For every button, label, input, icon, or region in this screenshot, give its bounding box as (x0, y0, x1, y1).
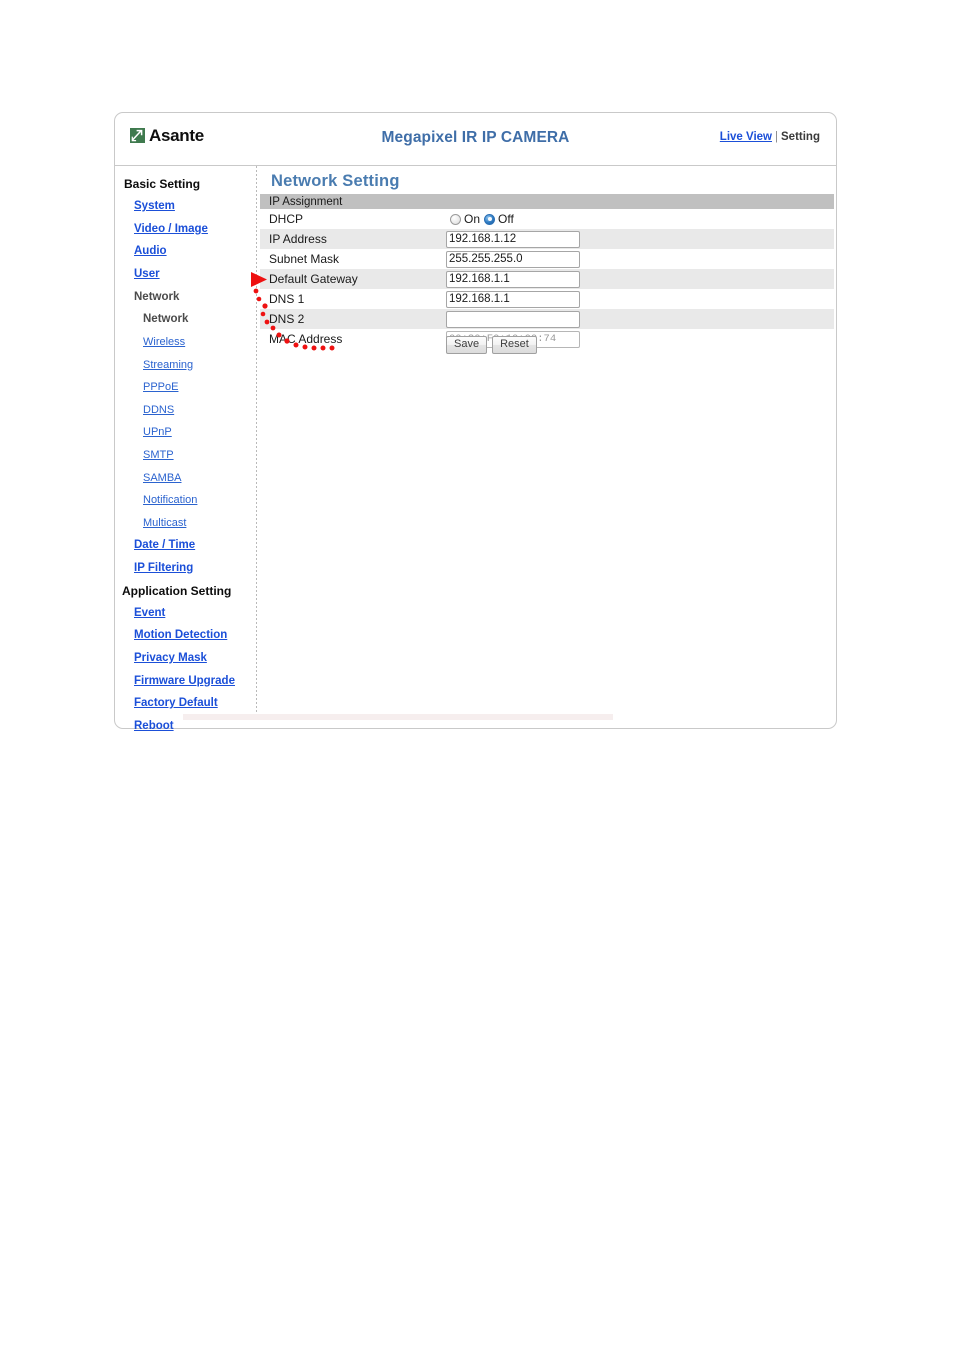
radio-on-icon[interactable] (450, 213, 461, 225)
sidebar-item-ip-filtering[interactable]: IP Filtering (115, 562, 193, 575)
screenshot-page: Asante Megapixel IR IP CAMERA Live View |… (0, 0, 954, 1350)
sidebar-row: Audio (115, 241, 256, 264)
section-header-ip-assignment: IP Assignment (260, 194, 834, 209)
input-dns-2[interactable] (446, 310, 580, 328)
sidebar-row: Video / Image (115, 218, 256, 241)
sidebar-row: Factory Default (115, 693, 256, 716)
sidebar-item-application-setting: Application Setting (122, 583, 232, 598)
sidebar-row: Event (115, 602, 256, 625)
form-row-dns-1: DNS 1 (260, 289, 834, 309)
form-button-row: Save Reset (260, 336, 834, 354)
sidebar-item-smtp[interactable]: SMTP (115, 449, 174, 461)
sidebar-row: Basic Setting (115, 173, 256, 196)
sidebar-item-date-time[interactable]: Date / Time (115, 540, 195, 552)
label-subnet-mask: Subnet Mask (269, 252, 340, 266)
sidebar-item-network: Network (143, 313, 189, 326)
sidebar-item-pppoe[interactable]: PPPoE (115, 382, 178, 393)
reset-button[interactable]: Reset (492, 336, 537, 354)
sidebar-item-streaming[interactable]: Streaming (115, 359, 193, 371)
sidebar-row: Streaming (115, 354, 256, 377)
sidebar-row: Date / Time (115, 535, 256, 558)
sidebar-item-multicast[interactable]: Multicast (115, 517, 186, 529)
radio-option-on[interactable]: On (450, 212, 480, 226)
sidebar-row: Application Setting (115, 580, 256, 603)
field-dhcp: On Off (446, 212, 834, 226)
label-ip-address: IP Address (269, 232, 327, 246)
input-ip-address[interactable] (446, 230, 580, 248)
label-dhcp: DHCP (269, 212, 304, 226)
field-dns-2 (446, 310, 834, 328)
sidebar-item-factory-default[interactable]: Factory Default (115, 698, 218, 710)
sidebar-navigation: Basic Setting System Video / Image Audio Use… (115, 166, 256, 731)
sidebar-row: PPPoE (115, 376, 256, 399)
form-row-dns-2: DNS 2 (260, 309, 834, 329)
sidebar-item-upnp[interactable]: UPnP (115, 427, 172, 438)
sidebar-item-notification[interactable]: Notification (115, 495, 197, 506)
sidebar-item-network: Network (134, 290, 180, 303)
header-navigation: Live View | Setting (720, 131, 820, 143)
section-header-label: IP Assignment (269, 195, 343, 208)
sidebar-item-system[interactable]: System (115, 201, 175, 213)
main-content: Network Setting IP Assignment DHCP On Off IP… (257, 166, 836, 728)
radio-group-dhcp: On Off (446, 212, 514, 226)
sidebar-row: User (115, 263, 256, 286)
setting-link[interactable]: Setting (781, 131, 820, 143)
sidebar-item-event[interactable]: Event (115, 607, 165, 620)
input-subnet-mask[interactable] (446, 250, 580, 268)
sidebar-row: Multicast (115, 512, 256, 535)
radio-option-off[interactable]: Off (484, 212, 514, 226)
page-title: Network Setting (271, 172, 400, 190)
sidebar-item-privacy-mask[interactable]: Privacy Mask (115, 653, 207, 665)
sidebar-item-audio[interactable]: Audio (115, 246, 167, 258)
sidebar-row: Network (115, 309, 256, 332)
sidebar-item-video-image[interactable]: Video / Image (115, 223, 208, 236)
field-ip-address (446, 230, 834, 248)
sidebar-item-ddns[interactable]: DDNS (115, 404, 174, 416)
sidebar-row: Privacy Mask (115, 647, 256, 670)
input-dns-1[interactable] (446, 290, 580, 308)
input-default-gateway[interactable] (446, 270, 580, 288)
sidebar-row: UPnP (115, 422, 256, 445)
sidebar-item-samba[interactable]: SAMBA (115, 472, 182, 484)
save-button[interactable]: Save (446, 336, 488, 354)
radio-label-off: Off (498, 212, 514, 226)
nav-separator: | (775, 131, 779, 143)
sidebar-item-reboot[interactable]: Reboot (115, 720, 174, 733)
label-default-gateway: Default Gateway (269, 272, 358, 286)
radio-off-icon[interactable] (484, 213, 496, 225)
sidebar-item-wireless[interactable]: Wireless (115, 336, 185, 348)
sidebar-row: IP Filtering (115, 557, 256, 580)
sidebar-row: Motion Detection (115, 625, 256, 648)
camera-web-ui-window: Asante Megapixel IR IP CAMERA Live View |… (114, 112, 837, 731)
form-row-ip-address: IP Address (260, 229, 834, 249)
footer-bar (183, 714, 613, 720)
sidebar-row: SAMBA (115, 467, 256, 490)
form-row-subnet-mask: Subnet Mask (260, 249, 834, 269)
sidebar-row: SMTP (115, 444, 256, 467)
form-row-dhcp: DHCP On Off (260, 209, 834, 229)
label-dns-2: DNS 2 (269, 312, 305, 326)
page-header: Asante Megapixel IR IP CAMERA Live View |… (115, 113, 836, 166)
field-dns-1 (446, 290, 834, 308)
sidebar-item-motion-detection[interactable]: Motion Detection (115, 630, 227, 642)
sidebar-item-basic-setting: Basic Setting (124, 177, 201, 192)
sidebar-row: Notification (115, 489, 256, 512)
sidebar-row: System (115, 196, 256, 219)
page-body: Basic Setting System Video / Image Audio Use… (115, 166, 836, 731)
field-default-gateway (446, 270, 834, 288)
sidebar-row: Firmware Upgrade (115, 670, 256, 693)
sidebar-item-firmware-upgrade[interactable]: Firmware Upgrade (115, 675, 235, 688)
sidebar-row: DDNS (115, 399, 256, 422)
live-view-link[interactable]: Live View (720, 131, 772, 143)
form-row-default-gateway: Default Gateway (260, 269, 834, 289)
sidebar-row: Network (115, 286, 256, 309)
sidebar-row: Wireless (115, 331, 256, 354)
radio-label-on: On (464, 212, 481, 226)
sidebar-item-user[interactable]: User (115, 268, 160, 281)
label-dns-1: DNS 1 (269, 292, 305, 306)
network-settings-form: IP Assignment DHCP On Off IP Address Subnet M… (260, 194, 834, 349)
field-subnet-mask (446, 250, 834, 268)
